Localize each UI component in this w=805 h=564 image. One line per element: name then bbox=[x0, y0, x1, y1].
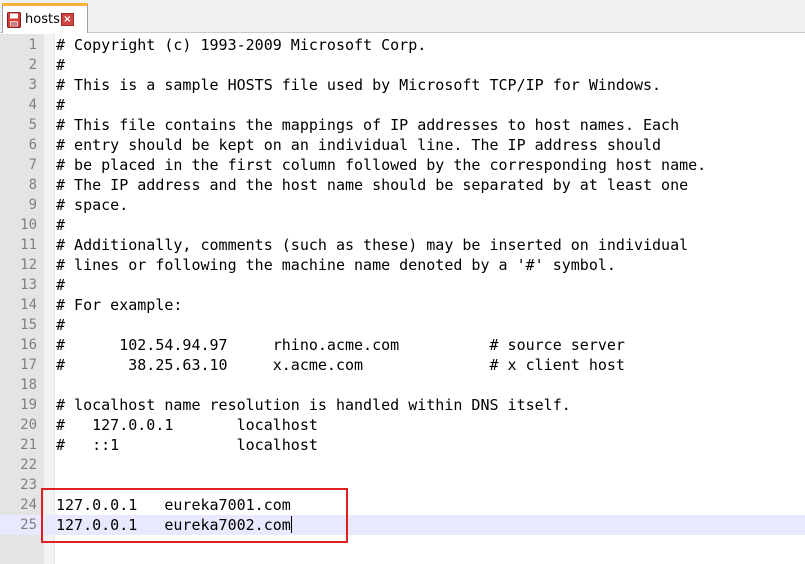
line-text[interactable]: # be placed in the first column followed… bbox=[56, 155, 706, 175]
editor-line[interactable]: 15 # bbox=[0, 315, 805, 335]
line-text[interactable]: # 127.0.0.1 localhost bbox=[56, 415, 318, 435]
close-icon[interactable]: × bbox=[60, 13, 74, 26]
line-number: 10 bbox=[20, 217, 37, 233]
editor-line[interactable]: 8 # The IP address and the host name shou… bbox=[0, 175, 805, 195]
line-number: 12 bbox=[20, 257, 37, 273]
editor-line[interactable]: 19 # localhost name resolution is handled… bbox=[0, 395, 805, 415]
editor-line[interactable]: 18 bbox=[0, 375, 805, 395]
editor-line[interactable]: 6 # entry should be kept on an individual… bbox=[0, 135, 805, 155]
editor-line[interactable]: 1 # Copyright (c) 1993-2009 Microsoft Cor… bbox=[0, 35, 805, 55]
line-number: 13 bbox=[20, 277, 37, 293]
editor-line[interactable]: 22 bbox=[0, 455, 805, 475]
editor-line[interactable]: 21 # ::1 localhost bbox=[0, 435, 805, 455]
line-number: 6 bbox=[28, 137, 37, 153]
line-number: 24 bbox=[20, 497, 37, 513]
line-number: 2 bbox=[28, 57, 37, 73]
line-text[interactable]: # bbox=[56, 215, 65, 235]
line-number: 3 bbox=[28, 77, 37, 93]
editor-line[interactable]: 9 # space. bbox=[0, 195, 805, 215]
line-text[interactable]: # bbox=[56, 315, 65, 335]
editor-line[interactable]: 17 # 38.25.63.10 x.acme.com # x client ho… bbox=[0, 355, 805, 375]
editor-line[interactable]: 13 # bbox=[0, 275, 805, 295]
line-number: 25 bbox=[20, 517, 37, 533]
line-text[interactable]: # Additionally, comments (such as these)… bbox=[56, 235, 688, 255]
editor-line[interactable]: 14 # For example: bbox=[0, 295, 805, 315]
line-number: 8 bbox=[28, 177, 37, 193]
editor-line[interactable]: 16 # 102.54.94.97 rhino.acme.com # source… bbox=[0, 335, 805, 355]
line-text[interactable]: # This file contains the mappings of IP … bbox=[56, 115, 679, 135]
line-text[interactable]: # space. bbox=[56, 195, 128, 215]
line-number: 15 bbox=[20, 317, 37, 333]
line-number: 4 bbox=[28, 97, 37, 113]
line-number: 5 bbox=[28, 117, 37, 133]
line-text[interactable]: # 102.54.94.97 rhino.acme.com # source s… bbox=[56, 335, 625, 355]
line-number: 18 bbox=[20, 377, 37, 393]
line-number: 17 bbox=[20, 357, 37, 373]
line-number: 1 bbox=[28, 37, 37, 53]
line-number: 20 bbox=[20, 417, 37, 433]
line-number: 22 bbox=[20, 457, 37, 473]
editor-line[interactable]: 12 # lines or following the machine name … bbox=[0, 255, 805, 275]
editor-line[interactable]: 5 # This file contains the mappings of IP… bbox=[0, 115, 805, 135]
editor-lines: 1 # Copyright (c) 1993-2009 Microsoft Cor… bbox=[0, 35, 805, 535]
editor-line[interactable]: 10 # bbox=[0, 215, 805, 235]
line-text[interactable]: # bbox=[56, 95, 65, 115]
line-number: 16 bbox=[20, 337, 37, 353]
editor-line[interactable]: 4 # bbox=[0, 95, 805, 115]
line-text[interactable]: # bbox=[56, 55, 65, 75]
floppy-disk-icon bbox=[7, 11, 21, 28]
line-text[interactable]: # bbox=[56, 275, 65, 295]
editor-line[interactable]: 20 # 127.0.0.1 localhost bbox=[0, 415, 805, 435]
editor-line[interactable]: 2 # bbox=[0, 55, 805, 75]
text-editor[interactable]: 1 # Copyright (c) 1993-2009 Microsoft Cor… bbox=[0, 34, 805, 564]
tab-hosts[interactable]: hosts × bbox=[2, 3, 88, 33]
line-number: 7 bbox=[28, 157, 37, 173]
annotation-highlight-box bbox=[41, 488, 348, 543]
line-number: 9 bbox=[28, 197, 37, 213]
line-number: 19 bbox=[20, 397, 37, 413]
line-text[interactable]: # For example: bbox=[56, 295, 182, 315]
editor-line[interactable]: 11 # Additionally, comments (such as thes… bbox=[0, 235, 805, 255]
line-number: 14 bbox=[20, 297, 37, 313]
editor-line[interactable]: 3 # This is a sample HOSTS file used by M… bbox=[0, 75, 805, 95]
line-text[interactable]: # This is a sample HOSTS file used by Mi… bbox=[56, 75, 661, 95]
line-number: 11 bbox=[20, 237, 37, 253]
line-text[interactable]: # lines or following the machine name de… bbox=[56, 255, 616, 275]
line-text[interactable]: # The IP address and the host name shoul… bbox=[56, 175, 688, 195]
tab-label: hosts bbox=[25, 12, 60, 27]
line-number: 21 bbox=[20, 437, 37, 453]
line-text[interactable]: # ::1 localhost bbox=[56, 435, 318, 455]
line-text[interactable]: # entry should be kept on an individual … bbox=[56, 135, 661, 155]
tab-bar: hosts × bbox=[0, 0, 805, 33]
line-text[interactable]: # Copyright (c) 1993-2009 Microsoft Corp… bbox=[56, 35, 426, 55]
editor-line[interactable]: 7 # be placed in the first column followe… bbox=[0, 155, 805, 175]
line-number: 23 bbox=[20, 477, 37, 493]
line-text[interactable]: # 38.25.63.10 x.acme.com # x client host bbox=[56, 355, 625, 375]
line-text[interactable]: # localhost name resolution is handled w… bbox=[56, 395, 571, 415]
